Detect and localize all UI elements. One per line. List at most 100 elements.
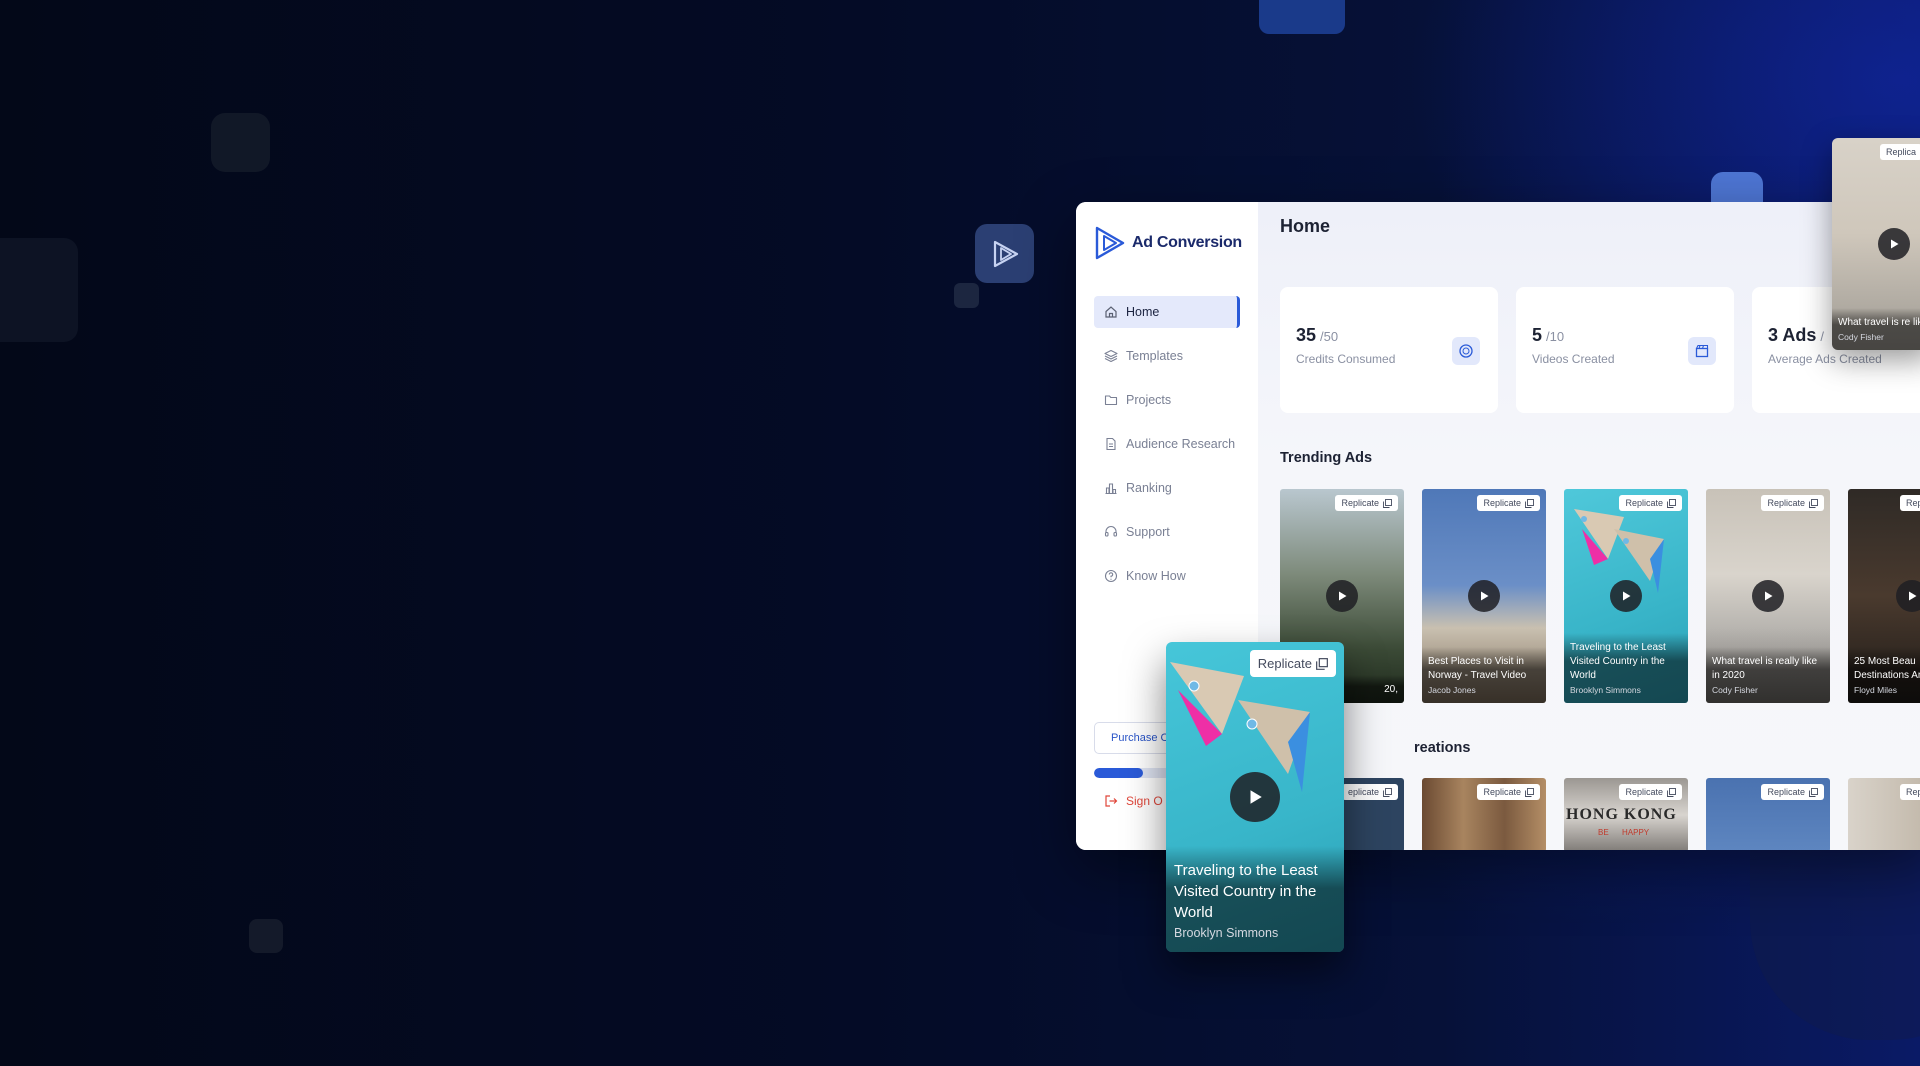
- logo-tile: [975, 224, 1034, 283]
- trending-ad-card[interactable]: Replicate Traveling to the Least Visited…: [1564, 489, 1688, 703]
- decor-square: [1259, 0, 1345, 34]
- copy-icon: [1667, 498, 1676, 508]
- home-icon: [1105, 306, 1117, 318]
- replicate-button[interactable]: Replicate: [1761, 495, 1824, 511]
- play-button[interactable]: [1468, 580, 1500, 612]
- copy-icon: [1383, 787, 1392, 797]
- replicate-button[interactable]: Rep: [1900, 495, 1920, 511]
- main-content: Home 35/50 Credits Consumed 5/10 Videos …: [1258, 202, 1920, 850]
- help-icon: [1104, 569, 1118, 583]
- replicate-label: Replicate: [1625, 787, 1663, 797]
- hongkong-subtext: BE HAPPY: [1598, 828, 1650, 837]
- replicate-label: Replica: [1886, 147, 1917, 157]
- bar-chart-icon: [1105, 483, 1117, 495]
- sidebar-item-templates[interactable]: Templates: [1094, 340, 1240, 372]
- copy-icon: [1525, 787, 1534, 797]
- sign-out-button[interactable]: Sign O: [1104, 794, 1163, 808]
- card-title: 25 Most Beau Destinations America: [1854, 656, 1920, 681]
- replicate-label: Replicate: [1341, 498, 1379, 508]
- sidebar-item-label: Templates: [1126, 349, 1183, 363]
- trending-ad-card[interactable]: Rep 25 Most Beau Destinations America Flo…: [1848, 489, 1920, 703]
- play-button[interactable]: [1610, 580, 1642, 612]
- replicate-label: Replicate: [1767, 787, 1805, 797]
- creation-card[interactable]: Replicate: [1422, 778, 1546, 850]
- stat-card-videos: 5/10 Videos Created: [1516, 287, 1734, 413]
- copy-icon: [1316, 657, 1328, 670]
- sidebar-item-home[interactable]: Home: [1094, 296, 1240, 328]
- brand-name: Ad Conversion: [1132, 234, 1242, 251]
- headset-icon: [1104, 526, 1118, 537]
- creation-card[interactable]: Rep: [1848, 778, 1920, 850]
- stat-label: Average Ads Created: [1768, 352, 1882, 366]
- decor-square: [954, 283, 979, 308]
- stat-value: 5: [1532, 325, 1543, 345]
- card-caption: Traveling to the Least Visited Country i…: [1166, 846, 1344, 952]
- sidebar-item-label: Ranking: [1126, 481, 1172, 495]
- play-logo-icon: [993, 240, 1018, 267]
- replicate-button[interactable]: Replica: [1880, 144, 1920, 160]
- creation-card[interactable]: Replicate: [1706, 778, 1830, 850]
- folder-icon: [1104, 395, 1118, 406]
- play-button[interactable]: [1878, 228, 1910, 260]
- clapper-icon: [1688, 337, 1716, 365]
- trending-ad-card[interactable]: Replicate Best Places to Visit in Norway…: [1422, 489, 1546, 703]
- sidebar-item-support[interactable]: Support: [1094, 516, 1240, 548]
- page-title: Home: [1280, 216, 1331, 236]
- play-icon: [1765, 591, 1773, 601]
- play-button[interactable]: [1230, 772, 1280, 822]
- sidebar-item-ranking[interactable]: Ranking: [1094, 472, 1240, 504]
- stat-value: 35: [1296, 325, 1317, 345]
- replicate-label: eplicate: [1347, 787, 1379, 797]
- creation-card[interactable]: Replicate HONG KONG BE HAPPY: [1564, 778, 1688, 850]
- replicate-button[interactable]: Rep: [1900, 784, 1920, 800]
- floating-ad-card-corner[interactable]: Replica What travel is re like in 2020 Co…: [1832, 138, 1920, 350]
- card-caption: Best Places to Visit in Norway - Travel …: [1422, 647, 1546, 703]
- sign-out-label: Sign O: [1126, 794, 1163, 808]
- replicate-button[interactable]: Replicate: [1335, 495, 1398, 511]
- stat-card-credits: 35/50 Credits Consumed: [1280, 287, 1498, 413]
- replicate-button[interactable]: Replicate: [1619, 784, 1682, 800]
- replicate-button[interactable]: Replicate: [1249, 650, 1336, 677]
- decor-square: [249, 919, 283, 953]
- sidebar-item-projects[interactable]: Projects: [1094, 384, 1240, 416]
- copy-icon: [1525, 498, 1534, 508]
- trending-ads-title: Trending Ads: [1280, 450, 1373, 466]
- replicate-label: Replicate: [1625, 498, 1663, 508]
- replicate-label: Rep: [1906, 787, 1920, 797]
- play-button[interactable]: [1896, 580, 1920, 612]
- sidebar-item-know-how[interactable]: Know How: [1094, 560, 1240, 592]
- decor-square: [211, 113, 270, 172]
- credits-progress-fill: [1094, 768, 1143, 778]
- logout-icon: [1105, 795, 1118, 807]
- play-button[interactable]: [1752, 580, 1784, 612]
- card-author: Cody Fisher: [1838, 332, 1884, 342]
- sidebar-item-label: Home: [1126, 305, 1160, 319]
- card-title: What travel is re like in 2020: [1838, 317, 1920, 328]
- play-icon: [1623, 591, 1631, 601]
- stat-max: /10: [1546, 329, 1565, 344]
- floating-ad-card[interactable]: Replicate Traveling to the Least Visited…: [1166, 642, 1344, 952]
- trending-ad-card[interactable]: Replicate What travel is really like in …: [1706, 489, 1830, 703]
- card-caption: Traveling to the Least Visited Country i…: [1564, 633, 1688, 703]
- replicate-button[interactable]: Replicate: [1477, 784, 1540, 800]
- sidebar-item-label: Audience Research: [1126, 437, 1236, 451]
- replicate-button[interactable]: eplicate: [1341, 784, 1398, 800]
- replicate-label: Replicate: [1767, 498, 1805, 508]
- play-button[interactable]: [1326, 580, 1358, 612]
- card-title: What travel is really like in 2020: [1712, 656, 1818, 681]
- copy-icon: [1383, 498, 1392, 508]
- replicate-button[interactable]: Replicate: [1619, 495, 1682, 511]
- card-author: Jacob Jones: [1428, 685, 1476, 695]
- document-icon: [1106, 437, 1116, 451]
- brand-logo[interactable]: Ad Conversion: [1094, 226, 1242, 260]
- card-title: Traveling to the Least Visited Country i…: [1174, 862, 1318, 921]
- sidebar-nav: Home Templates Projects Audience Researc…: [1094, 296, 1240, 604]
- card-title: Best Places to Visit in Norway - Travel …: [1428, 656, 1527, 681]
- replicate-button[interactable]: Replicate: [1477, 495, 1540, 511]
- sidebar-item-audience-research[interactable]: Audience Research: [1094, 428, 1240, 460]
- copy-icon: [1809, 498, 1818, 508]
- play-icon: [1250, 790, 1262, 804]
- stat-max: /: [1820, 329, 1824, 344]
- replicate-button[interactable]: Replicate: [1761, 784, 1824, 800]
- replicate-label: Replicate: [1257, 656, 1312, 671]
